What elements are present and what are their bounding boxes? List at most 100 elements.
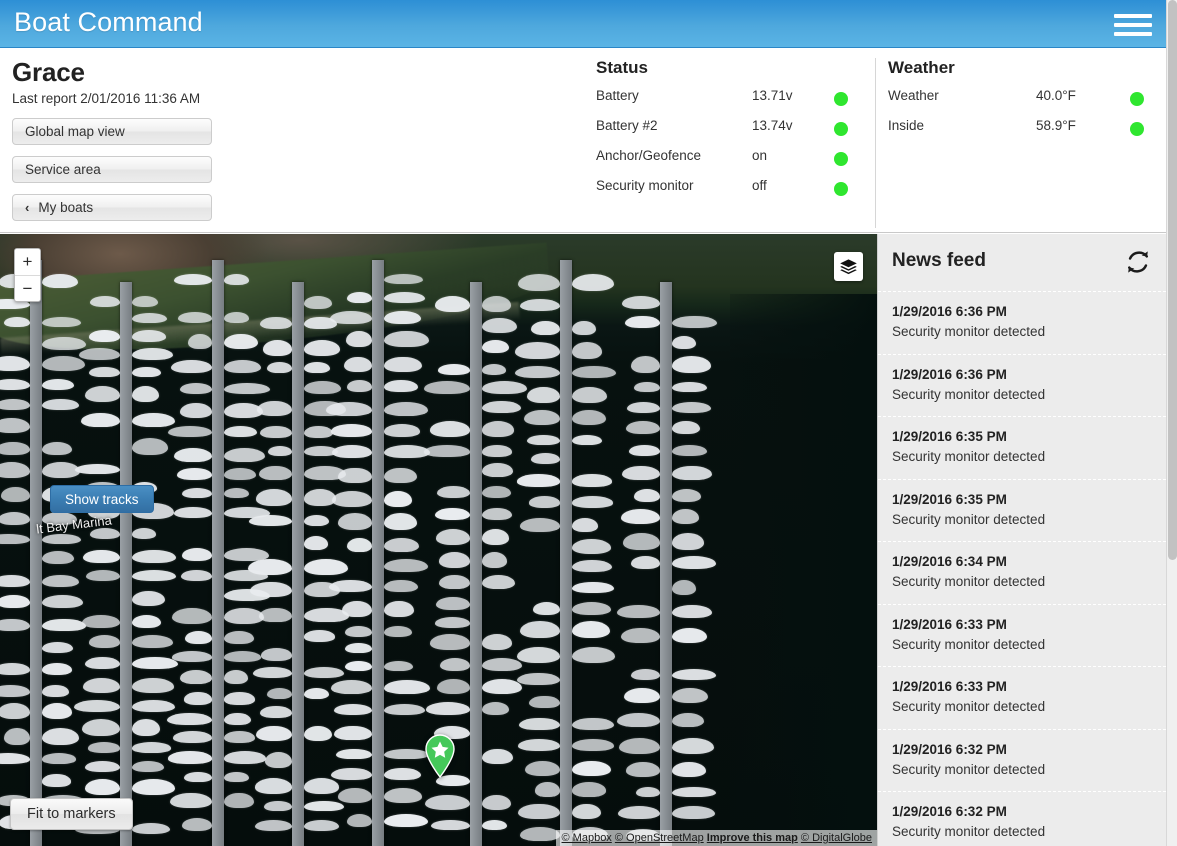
news-feed-item[interactable]: 1/29/2016 6:32 PMSecurity monitor detect… xyxy=(878,792,1166,846)
map-moored-boat xyxy=(224,751,266,763)
hamburger-menu-icon[interactable] xyxy=(1114,12,1152,38)
map-moored-boat xyxy=(438,364,470,375)
news-feed-item[interactable]: 1/29/2016 6:36 PMSecurity monitor detect… xyxy=(878,292,1166,355)
map-moored-boat xyxy=(535,782,560,796)
news-feed-item[interactable]: 1/29/2016 6:35 PMSecurity monitor detect… xyxy=(878,480,1166,543)
map-moored-boat xyxy=(85,657,120,669)
map-moored-boat xyxy=(0,753,30,763)
layers-stack-icon[interactable] xyxy=(834,252,863,281)
map-moored-boat xyxy=(304,801,344,812)
map-moored-boat xyxy=(132,348,173,360)
map-moored-boat xyxy=(672,806,715,819)
hamburger-bar xyxy=(1114,32,1152,36)
news-feed-item[interactable]: 1/29/2016 6:32 PMSecurity monitor detect… xyxy=(878,730,1166,793)
map-container[interactable]: lt Bay Marina + − Show tracks Fit to mar… xyxy=(0,234,877,846)
map-moored-boat xyxy=(518,739,560,751)
news-item-message: Security monitor detected xyxy=(892,697,1152,717)
map-moored-boat xyxy=(132,550,176,564)
news-feed-item[interactable]: 1/29/2016 6:35 PMSecurity monitor detect… xyxy=(878,417,1166,480)
fit-to-markers-button[interactable]: Fit to markers xyxy=(10,798,133,830)
map-moored-boat xyxy=(338,513,372,530)
map-moored-boat xyxy=(622,296,660,309)
map-moored-boat xyxy=(188,334,212,349)
map-moored-boat xyxy=(224,692,255,704)
map-moored-boat xyxy=(572,718,614,731)
map-moored-boat xyxy=(623,533,660,550)
map-moored-boat xyxy=(174,274,212,285)
map-moored-boat xyxy=(672,509,699,524)
map-pier xyxy=(212,260,224,846)
map-moored-boat xyxy=(334,726,372,741)
app-header: Boat Command xyxy=(0,0,1166,48)
map-moored-boat xyxy=(384,357,422,373)
map-moored-boat xyxy=(437,486,470,498)
map-moored-boat xyxy=(224,608,264,624)
map-moored-boat xyxy=(572,496,613,507)
scrollbar-thumb[interactable] xyxy=(1168,0,1177,560)
map-moored-boat xyxy=(264,801,292,812)
news-feed-item[interactable]: 1/29/2016 6:33 PMSecurity monitor detect… xyxy=(878,667,1166,730)
map-zoom-in-button[interactable]: + xyxy=(15,249,40,275)
map-moored-boat xyxy=(572,602,611,615)
map-moored-boat xyxy=(42,462,80,478)
map-moored-boat xyxy=(224,468,256,480)
map-moored-boat xyxy=(304,426,333,438)
map-moored-boat xyxy=(0,399,30,410)
attribution-osm-link[interactable]: © OpenStreetMap xyxy=(615,832,704,844)
map-moored-boat xyxy=(346,331,372,348)
map-moored-boat xyxy=(224,651,261,661)
map-moored-boat xyxy=(256,489,292,505)
news-feed-item[interactable]: 1/29/2016 6:36 PMSecurity monitor detect… xyxy=(878,355,1166,418)
map-moored-boat xyxy=(482,679,522,694)
map-moored-boat xyxy=(672,738,714,754)
map-moored-boat xyxy=(265,752,292,768)
global-map-view-button[interactable]: Global map view xyxy=(12,118,212,145)
page-scrollbar[interactable] xyxy=(1166,0,1177,846)
star-map-pin-icon[interactable] xyxy=(424,734,456,778)
map-moored-boat xyxy=(132,438,168,455)
map-moored-boat xyxy=(672,628,707,643)
map-zoom-out-button[interactable]: − xyxy=(15,275,40,301)
map-moored-boat xyxy=(42,399,79,410)
map-moored-boat xyxy=(180,670,212,684)
map-moored-boat xyxy=(482,318,517,333)
map-moored-boat xyxy=(424,381,470,394)
map-pier xyxy=(560,260,572,846)
map-moored-boat xyxy=(42,703,72,719)
map-moored-boat xyxy=(435,296,470,312)
map-moored-boat xyxy=(572,410,606,425)
app-root: Boat Command Grace Last report 2/01/2016… xyxy=(0,0,1166,846)
attribution-improve-map-link[interactable]: Improve this map xyxy=(707,832,798,844)
map-moored-boat xyxy=(224,731,255,743)
map-moored-boat xyxy=(259,608,292,623)
map-zoom-controls[interactable]: + − xyxy=(14,248,41,302)
news-feed-item[interactable]: 1/29/2016 6:33 PMSecurity monitor detect… xyxy=(878,605,1166,668)
map-moored-boat xyxy=(0,575,30,587)
refresh-icon[interactable] xyxy=(1124,248,1152,276)
weather-value: 58.9°F xyxy=(1036,118,1076,133)
service-area-button[interactable]: Service area xyxy=(12,156,212,183)
map-moored-boat xyxy=(332,491,372,507)
map-moored-boat xyxy=(384,749,429,760)
news-feed-item[interactable]: 1/29/2016 6:34 PMSecurity monitor detect… xyxy=(878,542,1166,605)
my-boats-button[interactable]: ‹My boats xyxy=(12,194,212,221)
map-moored-boat xyxy=(224,448,265,462)
map-moored-boat xyxy=(132,779,175,795)
attribution-mapbox-link[interactable]: © Mapbox xyxy=(562,832,612,844)
show-tracks-button[interactable]: Show tracks xyxy=(50,485,154,513)
news-item-timestamp: 1/29/2016 6:33 PM xyxy=(892,615,1152,635)
map-moored-boat xyxy=(42,753,76,763)
map-moored-boat xyxy=(42,685,69,697)
map-moored-boat xyxy=(42,619,86,632)
attribution-digitalglobe-link[interactable]: © DigitalGlobe xyxy=(801,832,872,844)
news-item-message: Security monitor detected xyxy=(892,572,1152,592)
map-moored-boat xyxy=(85,761,120,772)
status-panel: Status Battery 13.71v Battery #2 13.74v … xyxy=(596,58,876,228)
map-moored-boat xyxy=(42,442,72,456)
map-moored-boat xyxy=(184,772,212,782)
map-moored-boat xyxy=(672,356,711,373)
status-label: Anchor/Geofence xyxy=(596,148,701,163)
map-moored-boat xyxy=(482,381,527,394)
map-moored-boat xyxy=(42,379,74,390)
map-moored-boat xyxy=(132,386,159,402)
